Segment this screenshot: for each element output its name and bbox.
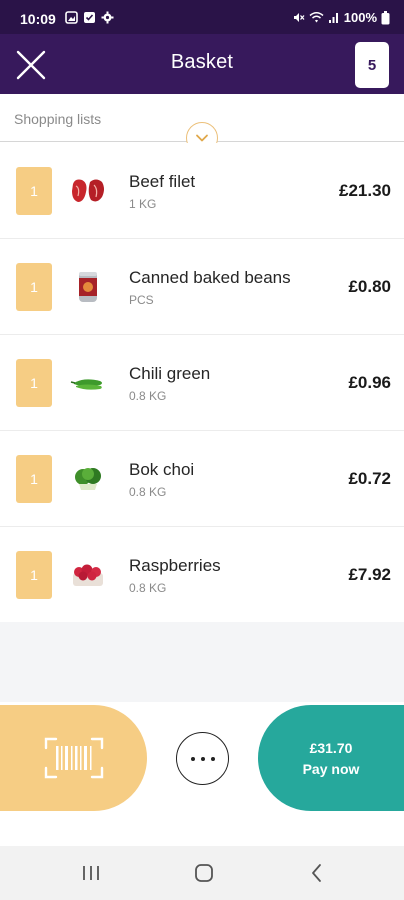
quantity-button[interactable]: 1 — [16, 263, 52, 311]
basket-item-row[interactable]: 1 Canned baked beans PCS £0.80 — [0, 239, 404, 335]
pay-now-label: Pay now — [302, 760, 360, 777]
item-unit: 0.8 KG — [129, 485, 167, 499]
can-icon — [68, 267, 108, 307]
scan-barcode-button[interactable] — [0, 705, 147, 811]
item-price: £21.30 — [339, 181, 391, 200]
item-price: £0.80 — [348, 277, 391, 296]
item-unit: 1 KG — [129, 197, 157, 211]
shopping-lists-bar[interactable]: Shopping lists — [0, 94, 404, 154]
home-icon — [195, 864, 213, 882]
back-icon — [312, 864, 321, 882]
item-price: £0.96 — [348, 373, 391, 392]
mute-icon — [293, 13, 305, 22]
quantity-button[interactable]: 1 — [16, 551, 52, 599]
status-bar: 10:09 100% — [0, 0, 404, 34]
wifi-icon — [309, 12, 324, 23]
item-unit: 0.8 KG — [129, 389, 167, 403]
item-name: Raspberries — [129, 556, 221, 575]
quantity-button[interactable]: 1 — [16, 359, 52, 407]
status-time: 10:09 — [20, 11, 56, 27]
battery-icon — [381, 10, 390, 24]
more-options-button[interactable] — [176, 732, 229, 785]
system-nav-bar — [0, 846, 404, 900]
item-name: Canned baked beans — [129, 268, 291, 287]
item-name: Beef filet — [129, 172, 196, 191]
basket-item-row[interactable]: 1 Beef filet 1 KG £21.30 — [0, 143, 404, 239]
app-header: Basket 5 — [0, 34, 404, 94]
back-button[interactable] — [305, 861, 329, 885]
quantity-button[interactable]: 1 — [16, 167, 52, 215]
chili-icon — [68, 363, 108, 403]
quantity-button[interactable]: 1 — [16, 455, 52, 503]
more-icon — [190, 756, 195, 761]
chevron-down-icon — [196, 134, 208, 142]
list-empty-area — [0, 622, 404, 702]
image-icon — [65, 11, 78, 24]
beef-icon — [68, 171, 108, 211]
pay-total-amount: £31.70 — [309, 739, 353, 756]
bok-choi-icon — [68, 459, 108, 499]
battery-text: 100% — [343, 10, 377, 25]
barcode-scan-icon — [44, 737, 103, 779]
pay-now-button[interactable]: £31.70 Pay now — [258, 705, 404, 811]
page-title: Basket — [170, 51, 234, 73]
item-unit: PCS — [129, 293, 154, 307]
gear-icon — [101, 11, 114, 24]
status-icons-left — [65, 11, 114, 24]
recents-icon — [83, 866, 99, 880]
item-unit: 0.8 KG — [129, 581, 167, 595]
status-icons-right: 100% — [292, 10, 390, 25]
basket-item-row[interactable]: 1 Bok choi 0.8 KG £0.72 — [0, 431, 404, 527]
basket-item-list: 1 Beef filet 1 KG £21.30 1 Canned baked … — [0, 143, 404, 623]
item-price: £7.92 — [348, 565, 391, 584]
signal-icon — [328, 13, 338, 23]
home-button[interactable] — [192, 861, 216, 885]
raspberries-icon — [68, 555, 108, 595]
basket-item-row[interactable]: 1 Chili green 0.8 KG £0.96 — [0, 335, 404, 431]
item-price: £0.72 — [348, 469, 391, 488]
item-name: Chili green — [129, 364, 211, 383]
basket-item-row[interactable]: 1 Raspberries 0.8 KG £7.92 — [0, 527, 404, 623]
recents-button[interactable] — [79, 861, 103, 885]
basket-count-badge[interactable]: 5 — [355, 42, 389, 88]
check-square-icon — [84, 12, 95, 23]
checkout-action-bar: £31.70 Pay now — [0, 702, 404, 846]
shopping-lists-label: Shopping lists — [14, 111, 102, 127]
item-name: Bok choi — [129, 460, 195, 479]
